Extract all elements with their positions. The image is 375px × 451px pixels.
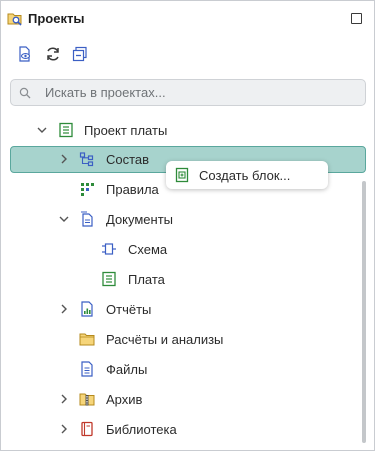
tree-item-label: Файлы (106, 362, 148, 377)
show-project-icon (17, 45, 33, 65)
refresh-button[interactable] (43, 45, 63, 65)
refresh-icon (45, 46, 61, 65)
board-icon (101, 271, 117, 287)
projects-panel: Проекты Искать в проектах... Проект плат… (0, 0, 375, 451)
create-block-icon (174, 167, 190, 183)
context-menu-item-label: Создать блок... (199, 168, 291, 183)
chevron-down-icon[interactable] (36, 124, 48, 136)
schematic-icon (101, 241, 117, 257)
tree-item-calculations[interactable]: Расчёты и анализы (1, 325, 374, 355)
tree-item-schematic[interactable]: Схема (1, 235, 374, 265)
toolbar (1, 45, 374, 69)
tree-item-library[interactable]: Библиотека (1, 415, 374, 445)
chevron-right-icon[interactable] (58, 303, 70, 315)
panel-title: Проекты (28, 11, 85, 26)
maximize-button[interactable] (351, 13, 362, 24)
search-icon (19, 87, 31, 99)
chevron-right-icon[interactable] (58, 153, 70, 165)
show-project-button[interactable] (15, 45, 35, 65)
tree-item-label: Отчёты (106, 302, 152, 317)
board-project-icon (58, 122, 74, 138)
tree-item-files[interactable]: Файлы (1, 355, 374, 385)
tree-item-label: Схема (128, 242, 168, 257)
reports-icon (79, 301, 95, 317)
chevron-down-icon[interactable] (58, 213, 70, 225)
search-box (10, 79, 366, 106)
chevron-right-icon[interactable] (58, 393, 70, 405)
tree-item-label: Правила (106, 182, 159, 197)
projects-search-icon (7, 11, 23, 27)
tree-item-board-project[interactable]: Проект платы (1, 116, 374, 146)
tree-item-label: Проект платы (84, 123, 168, 138)
archive-icon (79, 391, 95, 407)
files-icon (79, 361, 95, 377)
search-input[interactable] (45, 83, 345, 102)
tree-item-board[interactable]: Плата (1, 265, 374, 295)
rules-icon (79, 181, 95, 197)
collapse-all-button[interactable] (70, 45, 90, 65)
tree-item-label: Расчёты и анализы (106, 332, 224, 347)
documents-icon (79, 211, 95, 227)
tree-item-label: Архив (106, 392, 143, 407)
tree-item-label: Состав (106, 152, 150, 167)
folder-icon (79, 331, 95, 347)
tree-item-label: Библиотека (106, 422, 177, 437)
tree-item-label: Документы (106, 212, 174, 227)
tree-item-reports[interactable]: Отчёты (1, 295, 374, 325)
context-menu: Создать блок... (166, 161, 328, 189)
tree-item-archive[interactable]: Архив (1, 385, 374, 415)
chevron-right-icon[interactable] (58, 423, 70, 435)
tree-item-label: Плата (128, 272, 165, 287)
tree-item-documents[interactable]: Документы (1, 205, 374, 235)
structure-icon (79, 151, 95, 167)
vertical-scrollbar[interactable] (362, 181, 366, 443)
collapse-all-icon (72, 46, 88, 65)
library-icon (79, 421, 95, 437)
panel-header: Проекты (1, 1, 374, 37)
